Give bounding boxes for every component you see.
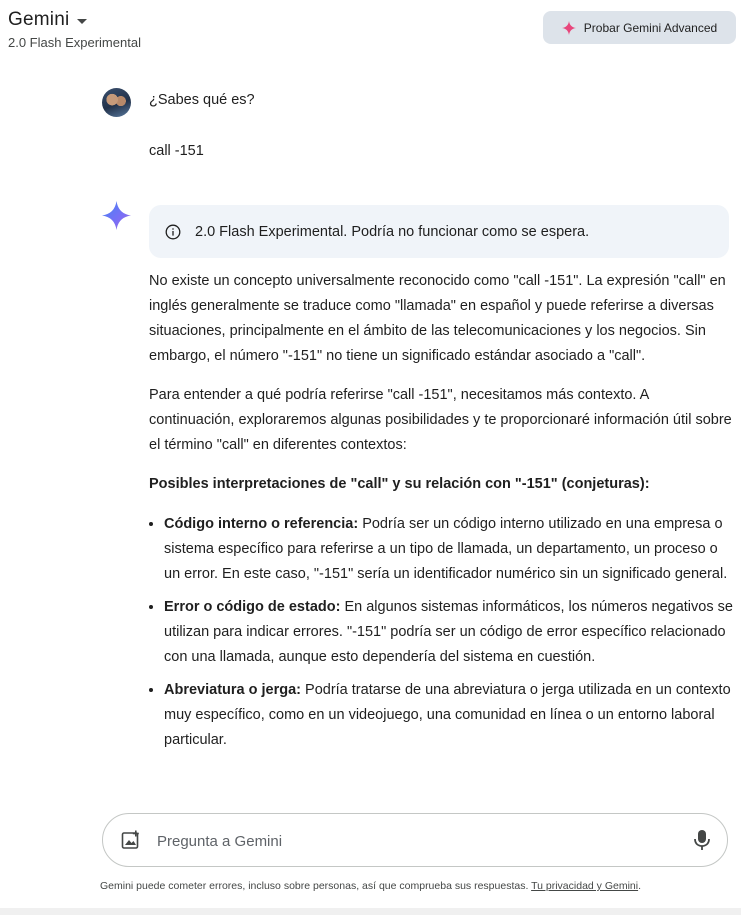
model-switcher[interactable]: Gemini [8, 9, 141, 31]
image-upload-icon[interactable] [121, 830, 141, 850]
list-item-term: Error o código de estado: [164, 599, 341, 615]
response-paragraph: No existe un concepto universalmente rec… [149, 273, 726, 364]
try-advanced-label: Probar Gemini Advanced [583, 20, 718, 35]
gemini-page: Gemini 2.0 Flash Experimental Probar Gem… [0, 0, 741, 915]
app-title: Gemini [8, 9, 70, 30]
gemini-spark-icon [561, 20, 576, 35]
caret-down-icon [77, 18, 88, 24]
gemini-spark-icon [102, 201, 131, 230]
notice-text: 2.0 Flash Experimental. Podría no funcio… [195, 223, 590, 240]
list-item: Código interno o referencia: Podría ser … [164, 512, 734, 587]
try-advanced-button[interactable]: Probar Gemini Advanced [543, 11, 736, 44]
disclaimer: Gemini puede cometer errores, incluso so… [0, 880, 741, 892]
privacy-link[interactable]: Tu privacidad y Gemini [531, 880, 638, 892]
header: Gemini 2.0 Flash Experimental [8, 9, 141, 50]
user-question: ¿Sabes qué es? [149, 92, 255, 108]
prompt-input[interactable] [155, 827, 679, 855]
interpretations-list: Código interno o referencia: Podría ser … [149, 512, 734, 753]
user-detail: call -151 [149, 143, 204, 159]
disclaimer-period: . [638, 880, 642, 892]
prompt-bar [102, 813, 728, 867]
list-item: Error o código de estado: En algunos sis… [164, 595, 734, 670]
response-body: No existe un concepto universalmente rec… [149, 269, 734, 801]
experimental-notice: 2.0 Flash Experimental. Podría no funcio… [149, 205, 729, 258]
list-item: Abreviatura o jerga: Podría tratarse de … [164, 678, 734, 753]
list-item-term: Abreviatura o jerga: [164, 682, 301, 698]
microphone-icon[interactable] [693, 829, 711, 851]
response-paragraph: Para entender a qué podría referirse "ca… [149, 387, 732, 453]
model-name: 2.0 Flash Experimental [8, 35, 141, 50]
section-heading: Posibles interpretaciones de "call" y su… [149, 476, 650, 492]
user-avatar [102, 88, 131, 117]
list-item-term: Código interno o referencia: [164, 516, 359, 532]
info-icon [165, 224, 181, 239]
disclaimer-text: Gemini puede cometer errores, incluso so… [99, 880, 529, 892]
bottom-strip [0, 908, 741, 915]
